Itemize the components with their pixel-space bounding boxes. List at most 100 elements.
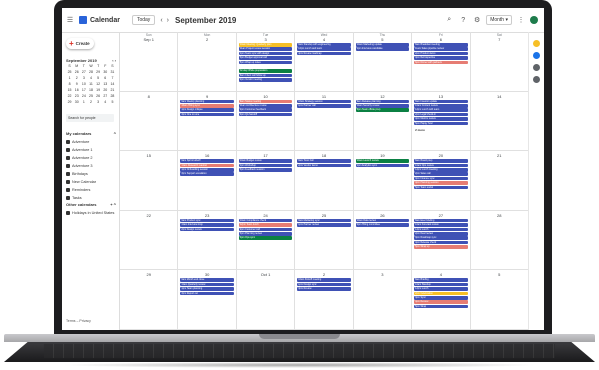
event-chip[interactable]: 9am Release planning bbox=[355, 99, 410, 104]
day-number[interactable]: 24 bbox=[237, 213, 294, 218]
day-number[interactable]: 6 bbox=[412, 37, 469, 42]
mini-date[interactable]: 4 bbox=[102, 100, 109, 104]
checkbox-icon[interactable] bbox=[66, 211, 70, 215]
mini-date[interactable]: 16 bbox=[73, 88, 80, 92]
event-chip[interactable]: 10am Strategy session bbox=[297, 99, 351, 104]
mini-date[interactable]: 2 bbox=[73, 76, 80, 80]
checkbox-icon[interactable] bbox=[66, 140, 70, 144]
day-cell[interactable]: 23 9am Product sync 11am Interview loop 2pm… bbox=[178, 210, 237, 271]
mini-date[interactable]: 17 bbox=[80, 88, 87, 92]
event-chip[interactable]: 4pm Metrics review bbox=[414, 117, 468, 121]
day-number[interactable]: 8 bbox=[120, 94, 177, 99]
event-chip[interactable]: 3pm Budget approval call bbox=[238, 56, 293, 60]
day-cell[interactable]: 28 bbox=[470, 210, 529, 271]
mini-nav[interactable]: ‹ › bbox=[112, 58, 116, 63]
event-chip[interactable]: 12pm Lunch with team bbox=[414, 108, 468, 112]
day-number[interactable]: 5 bbox=[354, 37, 411, 42]
event-chip[interactable]: 5pm Wrap up bbox=[414, 245, 468, 249]
event-chip[interactable]: All day Offsite preparation bbox=[238, 69, 293, 73]
mini-date[interactable]: 26 bbox=[73, 70, 80, 74]
event-chip[interactable]: 1pm Team planning bbox=[180, 287, 234, 291]
event-chip[interactable]: 4pm Ops sync bbox=[238, 236, 293, 240]
event-chip[interactable]: 9am Standup with engineering bbox=[297, 43, 351, 47]
event-chip[interactable]: 3pm Review bbox=[297, 287, 351, 291]
day-cell[interactable]: 19 10am Launch review 1pm Analytics sync bbox=[353, 151, 413, 211]
day-cell[interactable]: 2 10am Kickoff meeting 1pm Design sync 3pm … bbox=[295, 270, 354, 330]
day-cell[interactable]: 20 8am Board prep 10am Ops review 12pm Lunc… bbox=[412, 151, 471, 211]
mini-date[interactable]: 12 bbox=[95, 82, 102, 86]
day-cell[interactable]: 24 10am Compliance check 12pm Team lunch 2p… bbox=[236, 210, 296, 271]
event-chip[interactable]: 11am Architecture review bbox=[238, 103, 293, 108]
day-cell[interactable]: 14 bbox=[470, 91, 529, 152]
side-panel-icon[interactable] bbox=[533, 40, 540, 47]
event-chip[interactable]: 1pm Partner call bbox=[297, 103, 351, 108]
event-chip[interactable]: 10am Standup bbox=[414, 282, 468, 287]
event-chip[interactable]: 2pm Hiring committee bbox=[355, 223, 410, 227]
day-cell[interactable]: 25 9am Marketing sync 1pm Partner review bbox=[295, 210, 354, 271]
event-chip[interactable]: 9am Status meeting bbox=[238, 99, 293, 104]
event-chip[interactable]: 5pm Wrap up notes bbox=[238, 60, 293, 65]
day-cell[interactable]: 22 bbox=[120, 210, 179, 271]
event-chip[interactable]: 4pm Release check bbox=[414, 240, 468, 245]
other-calendars-header[interactable]: Other calendars + ^ bbox=[66, 202, 116, 207]
event-chip[interactable]: 3pm Finance sync bbox=[414, 176, 468, 181]
event-chip[interactable]: 12pm Lunch and learn bbox=[297, 47, 351, 51]
event-chip[interactable]: 9am Town hall bbox=[297, 159, 351, 163]
checkbox-icon[interactable] bbox=[66, 180, 70, 184]
mini-date[interactable]: 10 bbox=[80, 82, 87, 86]
day-cell[interactable]: Thu 5 10am Marketing update 1pm Interview c… bbox=[353, 32, 413, 92]
day-cell[interactable]: Wed 4 9am Standup with engineering 12pm Lun… bbox=[295, 32, 354, 92]
gear-icon[interactable]: ⚙ bbox=[472, 15, 482, 25]
mini-date[interactable]: 9 bbox=[73, 82, 80, 86]
event-chip[interactable]: 1pm Design sync bbox=[297, 282, 351, 287]
day-cell[interactable]: 26 10am Data review 2pm Hiring committee bbox=[353, 210, 413, 271]
event-chip[interactable]: 12pm Lunch bbox=[414, 287, 468, 291]
event-chip[interactable]: 1pm Onboarding session bbox=[180, 167, 234, 172]
event-chip[interactable]: 1pm Partner review bbox=[297, 223, 351, 227]
event-chip[interactable]: 11am Project review session bbox=[238, 47, 293, 51]
event-chip[interactable]: 8am Briefing bbox=[414, 278, 468, 282]
day-cell[interactable]: Mon 2 bbox=[178, 32, 237, 92]
day-number[interactable]: 29 bbox=[120, 272, 177, 277]
day-cell[interactable]: 11 10am Strategy session 1pm Partner call bbox=[295, 91, 354, 152]
day-cell[interactable]: Fri 6 8am Breakfast meeting 11am Sales pipe… bbox=[412, 32, 471, 92]
calendar-item[interactable]: Reminders bbox=[66, 188, 90, 192]
day-cell[interactable]: Oct 1 bbox=[236, 270, 296, 330]
event-chip[interactable]: 1pm Design critique bbox=[180, 108, 234, 112]
checkbox-icon[interactable] bbox=[66, 172, 70, 176]
mini-date[interactable]: 20 bbox=[102, 88, 109, 92]
event-chip[interactable]: 10am Data review bbox=[355, 218, 410, 223]
day-number[interactable]: 22 bbox=[120, 213, 177, 218]
mini-date[interactable]: 5 bbox=[109, 100, 116, 104]
event-chip[interactable]: 10am Marketing update bbox=[355, 43, 410, 47]
day-cell[interactable]: 21 bbox=[470, 151, 529, 211]
more-link[interactable]: 2 more bbox=[415, 128, 425, 132]
event-chip[interactable]: 6pm Dinner with partners bbox=[414, 60, 468, 65]
event-chip[interactable]: 2pm Customer call bbox=[238, 227, 293, 232]
day-number[interactable]: 17 bbox=[237, 153, 294, 158]
mini-date[interactable]: 27 bbox=[80, 70, 87, 74]
mini-date[interactable]: 5 bbox=[95, 76, 102, 80]
event-chip[interactable]: 9am Weekly planning bbox=[180, 99, 234, 104]
avatar[interactable] bbox=[530, 16, 538, 24]
day-cell[interactable]: 13 8am Investor update 10am Content review… bbox=[412, 91, 471, 152]
day-number[interactable]: 14 bbox=[471, 94, 528, 99]
mini-date[interactable]: 29 bbox=[66, 100, 73, 104]
mini-date[interactable]: 28 bbox=[109, 94, 116, 98]
day-number[interactable]: 15 bbox=[120, 153, 177, 158]
day-number[interactable]: 5 bbox=[471, 272, 528, 277]
event-chip[interactable]: 9am Sprint kickoff bbox=[180, 159, 234, 163]
checkbox-icon[interactable] bbox=[66, 196, 70, 200]
day-number[interactable]: 26 bbox=[354, 213, 411, 218]
event-chip[interactable]: 9am Client call follow up bbox=[238, 73, 293, 78]
event-chip[interactable]: 2pm Customer feedback bbox=[238, 108, 293, 112]
event-chip[interactable]: 8am Board prep bbox=[414, 159, 468, 163]
search-icon[interactable]: ⌕ bbox=[444, 15, 454, 25]
event-chip[interactable]: 2pm Design review bbox=[180, 227, 234, 232]
day-number[interactable]: 7 bbox=[471, 37, 528, 42]
event-chip[interactable]: 5pm Happy hour bbox=[414, 121, 468, 126]
mini-date[interactable]: 24 bbox=[80, 94, 87, 98]
event-chip[interactable]: 3pm Roadmap sync bbox=[414, 236, 468, 240]
day-number[interactable]: 23 bbox=[178, 213, 235, 218]
day-cell[interactable]: 5 bbox=[470, 270, 529, 330]
